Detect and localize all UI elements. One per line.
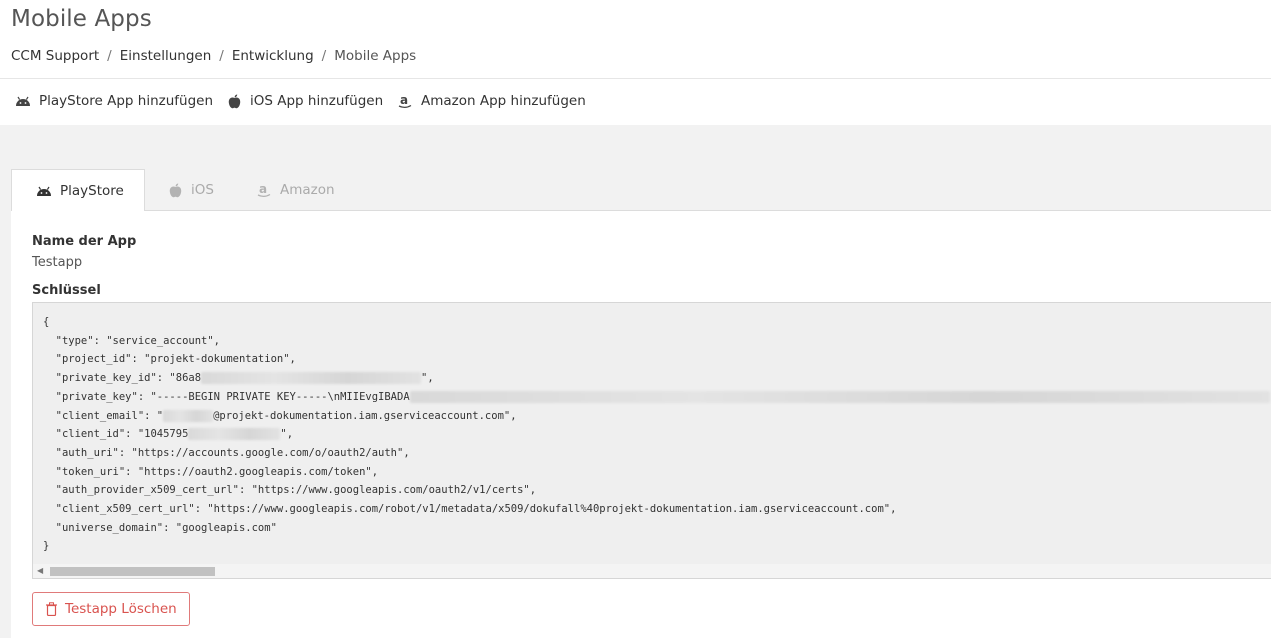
breadcrumb-entwicklung[interactable]: Entwicklung <box>232 48 314 64</box>
redacted-value <box>201 372 422 385</box>
content-gutter <box>0 169 11 638</box>
code-line: "private_key_id": "86a8 <box>43 372 202 385</box>
store-tabs: PlayStore iOS a Amazon <box>11 169 1271 212</box>
breadcrumb-einstellungen[interactable]: Einstellungen <box>120 48 212 64</box>
redacted-value <box>163 409 214 422</box>
breadcrumb-current: Mobile Apps <box>334 48 417 64</box>
tab-amazon[interactable]: a Amazon <box>256 169 335 211</box>
svg-text:a: a <box>259 183 267 196</box>
code-line-tail: @projekt-dokumentation.iam.gserviceaccou… <box>213 409 517 422</box>
code-line: "project_id": "projekt-dokumentation", <box>43 353 296 366</box>
key-json-code: { "type": "service_account", "project_id… <box>43 313 1270 556</box>
add-amazon-app-button[interactable]: a Amazon App hinzufügen <box>397 93 586 109</box>
code-line: { <box>43 316 50 328</box>
code-line: "client_email": " <box>43 409 164 422</box>
spacer-band <box>0 125 1271 169</box>
page-header: Mobile Apps CCM Support / Einstellungen / En… <box>0 0 1271 79</box>
code-line: "auth_uri": "https://accounts.google.com… <box>43 446 410 459</box>
tab-playstore-label: PlayStore <box>60 182 124 199</box>
redacted-value <box>188 428 281 441</box>
add-ios-app-label: iOS App hinzufügen <box>250 93 384 109</box>
android-icon <box>36 183 52 199</box>
breadcrumb-separator: / <box>321 48 327 64</box>
key-label: Schlüssel <box>32 283 101 298</box>
app-name-label: Name der App <box>32 234 137 249</box>
code-line: "client_id": "1045795 <box>43 428 189 441</box>
delete-app-label: Testapp Löschen <box>65 601 177 617</box>
code-line-tail: ", <box>421 372 434 385</box>
code-line: "universe_domain": "googleapis.com" <box>43 521 277 534</box>
code-line: "auth_provider_x509_cert_url": "https://… <box>43 484 537 497</box>
add-playstore-app-label: PlayStore App hinzufügen <box>39 93 214 109</box>
breadcrumb: CCM Support / Einstellungen / Entwicklung / Mo… <box>11 48 416 64</box>
apple-icon <box>226 93 242 109</box>
amazon-icon: a <box>256 182 272 198</box>
svg-text:a: a <box>400 94 408 107</box>
breadcrumb-ccm-support[interactable]: CCM Support <box>11 48 99 64</box>
trash-icon <box>45 602 59 616</box>
key-json-block[interactable]: { "type": "service_account", "project_id… <box>32 302 1271 579</box>
tab-amazon-label: Amazon <box>280 182 335 198</box>
code-line-tail: ", <box>280 428 294 441</box>
breadcrumb-separator: / <box>107 48 112 64</box>
add-amazon-app-label: Amazon App hinzufügen <box>421 93 586 109</box>
app-name-value: Testapp <box>32 255 83 270</box>
scrollbar-thumb[interactable] <box>50 567 215 576</box>
code-line: "type": "service_account", <box>43 334 221 347</box>
code-line: "client_x509_cert_url": "https://www.goo… <box>43 503 897 516</box>
amazon-icon: a <box>397 93 413 109</box>
tab-panel-playstore: Name der App Testapp Schlüssel { "type":… <box>11 211 1271 638</box>
code-line: "token_uri": "https://oauth2.googleapis.… <box>43 465 379 478</box>
tab-ios[interactable]: iOS <box>167 169 214 211</box>
action-bar: PlayStore App hinzufügen iOS App hinzufü… <box>0 80 1271 125</box>
code-line: } <box>43 540 50 553</box>
add-ios-app-button[interactable]: iOS App hinzufügen <box>226 93 383 109</box>
scroll-left-arrow-icon[interactable]: ◀ <box>37 566 43 575</box>
breadcrumb-separator: / <box>219 48 224 64</box>
tab-playstore[interactable]: PlayStore <box>11 169 145 212</box>
code-line: "private_key": "-----BEGIN PRIVATE KEY--… <box>43 390 410 403</box>
delete-app-button[interactable]: Testapp Löschen <box>32 592 190 626</box>
tab-ios-label: iOS <box>191 182 214 198</box>
horizontal-scrollbar[interactable]: ◀ <box>33 564 1271 578</box>
apple-icon <box>167 182 183 198</box>
page-title: Mobile Apps <box>11 6 152 32</box>
add-playstore-app-button[interactable]: PlayStore App hinzufügen <box>15 93 213 109</box>
android-icon <box>15 93 31 109</box>
redacted-value <box>409 390 1270 403</box>
